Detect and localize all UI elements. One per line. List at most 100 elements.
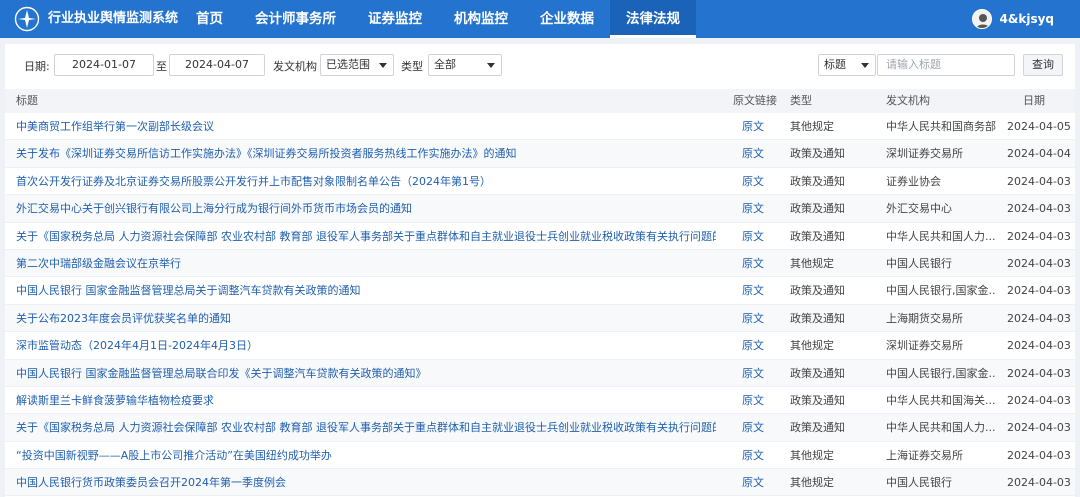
row-date: 2024-04-03 [1007, 284, 1071, 298]
row-type: 政策及通知 [790, 229, 845, 243]
table-row: 第二次中瑞部级金融会议在京举行 原文 其他规定 中国人民银行 2024-04-03 [5, 249, 1075, 278]
table-row: 关于《国家税务总局 人力资源社会保障部 农业农村部 教育部 退役军人事务部关于重… [5, 414, 1075, 442]
top-navigation-bar: 行业执业舆情监测系统 首页 会计师事务所 证券监控 机构监控 企业数据 法律法规… [0, 0, 1080, 38]
row-type: 政策及通知 [790, 147, 845, 161]
row-type: 政策及通知 [790, 366, 845, 380]
type-label: 类型 [401, 60, 423, 73]
row-date: 2024-04-03 [1007, 256, 1071, 270]
results-table: 标题 原文链接 类型 发文机构 日期 中美商贸工作组举行第一次副部长级会议 原文其… [5, 89, 1075, 497]
row-original-link[interactable]: 原文 [742, 414, 772, 441]
date-to-input[interactable]: 2024-04-07 [169, 54, 265, 76]
table-row: 解读斯里兰卡鲜食菠萝输华植物检疫要求 原文 政策及通知 中华人民共和国海关... 202… [5, 387, 1075, 415]
search-field-select[interactable]: 标题 [818, 54, 876, 76]
row-title-link[interactable]: 首次公开发行证券及北京证券交易所股票公开发行并上市配售对象限制名单公告（2024… [16, 168, 716, 195]
row-title-link[interactable]: “投资中国新视野——A股上市公司推介活动”在美国纽约成功举办 [16, 442, 716, 469]
row-original-link[interactable]: 原文 [742, 140, 772, 167]
row-original-link[interactable]: 原文 [742, 250, 772, 277]
row-date: 2024-04-03 [1007, 229, 1071, 243]
nav-item-home[interactable]: 首页 [180, 0, 239, 38]
row-issuer: 外汇交易中心 [886, 202, 952, 216]
row-date: 2024-04-04 [1007, 147, 1071, 161]
row-date: 2024-04-03 [1007, 393, 1071, 407]
row-original-link[interactable]: 原文 [742, 305, 772, 332]
row-type: 其他规定 [790, 256, 834, 270]
row-title-link[interactable]: 中美商贸工作组举行第一次副部长级会议 [16, 113, 716, 140]
chevron-down-icon [379, 63, 387, 68]
row-type: 其他规定 [790, 448, 834, 462]
main-nav: 首页 会计师事务所 证券监控 机构监控 企业数据 法律法规 [180, 0, 696, 38]
row-issuer: 中华人民共和国人力... [886, 229, 996, 243]
row-title-link[interactable]: 关于发布《深圳证券交易所信访工作实施办法》《深圳证券交易所投资者服务热线工作实施… [16, 140, 716, 167]
filter-bar: 日期: 2024-01-07 至 2024-04-07 发文机构 已选范围 类型… [5, 44, 1075, 86]
nav-item-laws-regulations[interactable]: 法律法规 [610, 0, 696, 38]
table-row: 中国人民银行货币政策委员会召开2024年第一季度例会 原文 其他规定 中国人民银行 20… [5, 469, 1075, 497]
row-title-link[interactable]: 关于公布2023年度会员评优获奖名单的通知 [16, 305, 716, 332]
row-type: 政策及通知 [790, 393, 845, 407]
row-original-link[interactable]: 原文 [742, 387, 772, 414]
date-from-input[interactable]: 2024-01-07 [54, 54, 154, 76]
row-title-link[interactable]: 中国人民银行货币政策委员会召开2024年第一季度例会 [16, 469, 716, 496]
column-header-link[interactable]: 原文链接 [733, 89, 777, 113]
table-row: 中美商贸工作组举行第一次副部长级会议 原文 其他规定 中华人民共和国商务部 2024-0… [5, 113, 1075, 141]
nav-item-securities-monitor[interactable]: 证券监控 [352, 0, 438, 38]
row-date: 2024-04-03 [1007, 202, 1071, 216]
avatar [971, 9, 992, 29]
row-type: 其他规定 [790, 339, 834, 353]
row-issuer: 上海期货交易所 [886, 311, 963, 325]
row-type: 其他规定 [790, 476, 834, 490]
row-title-link[interactable]: 解读斯里兰卡鲜食菠萝输华植物检疫要求 [16, 387, 716, 414]
row-title-link[interactable]: 关于《国家税务总局 人力资源社会保障部 农业农村部 教育部 退役军人事务部关于重… [16, 414, 716, 441]
row-original-link[interactable]: 原文 [742, 442, 772, 469]
row-original-link[interactable]: 原文 [742, 360, 772, 387]
search-input[interactable]: 请输入标题 [877, 54, 1015, 76]
nav-item-enterprise-data[interactable]: 企业数据 [524, 0, 610, 38]
row-original-link[interactable]: 原文 [742, 223, 772, 250]
date-to-label: 至 [156, 60, 167, 73]
user-menu[interactable]: 4&kjsyq [971, 0, 1054, 38]
row-issuer: 中国人民银行,国家金... [886, 366, 996, 380]
row-original-link[interactable]: 原文 [742, 168, 772, 195]
row-title-link[interactable]: 深市监管动态（2024年4月1日-2024年4月3日） [16, 332, 716, 359]
column-header-type[interactable]: 类型 [790, 89, 812, 113]
row-type: 政策及通知 [790, 202, 845, 216]
table-row: 关于公布2023年度会员评优获奖名单的通知 原文 政策及通知 上海期货交易所 2024-… [5, 304, 1075, 333]
type-select[interactable]: 全部 [428, 54, 502, 76]
row-title-link[interactable]: 关于《国家税务总局 人力资源社会保障部 农业农村部 教育部 退役军人事务部关于重… [16, 223, 716, 250]
row-issuer: 深圳证券交易所 [886, 147, 963, 161]
main-panel: 日期: 2024-01-07 至 2024-04-07 发文机构 已选范围 类型… [5, 44, 1075, 497]
query-button[interactable]: 查询 [1023, 54, 1063, 76]
nav-item-institution-monitor[interactable]: 机构监控 [438, 0, 524, 38]
row-date: 2024-04-03 [1007, 421, 1071, 435]
nav-item-accounting-firms[interactable]: 会计师事务所 [239, 0, 352, 38]
table-header: 标题 原文链接 类型 发文机构 日期 [5, 89, 1075, 113]
column-header-date[interactable]: 日期 [1023, 89, 1045, 113]
row-original-link[interactable]: 原文 [742, 113, 772, 140]
row-title-link[interactable]: 外汇交易中心关于创兴银行有限公司上海分行成为银行间外币货币市场会员的通知 [16, 195, 716, 222]
search-field-value: 标题 [824, 58, 846, 71]
column-header-title[interactable]: 标题 [16, 89, 38, 113]
issuer-select[interactable]: 已选范围 [320, 54, 394, 76]
row-title-link[interactable]: 第二次中瑞部级金融会议在京举行 [16, 250, 716, 277]
row-original-link[interactable]: 原文 [742, 332, 772, 359]
row-issuer: 中华人民共和国海关... [886, 393, 996, 407]
row-date: 2024-04-03 [1007, 339, 1071, 353]
row-issuer: 中国人民银行 [886, 476, 952, 490]
row-type: 政策及通知 [790, 421, 845, 435]
row-original-link[interactable]: 原文 [742, 277, 772, 304]
row-title-link[interactable]: 中国人民银行 国家金融监督管理总局联合印发《关于调整汽车贷款有关政策的通知》 [16, 360, 716, 387]
issuer-label: 发文机构 [273, 60, 317, 73]
table-row: 中国人民银行 国家金融监督管理总局关于调整汽车贷款有关政策的通知 原文 政策及通知 中… [5, 277, 1075, 305]
chevron-down-icon [861, 63, 869, 68]
table-row: 关于发布《深圳证券交易所信访工作实施办法》《深圳证券交易所投资者服务热线工作实施… [5, 140, 1075, 168]
row-original-link[interactable]: 原文 [742, 469, 772, 496]
row-original-link[interactable]: 原文 [742, 195, 772, 222]
row-type: 政策及通知 [790, 174, 845, 188]
column-header-org[interactable]: 发文机构 [886, 89, 930, 113]
table-row: 外汇交易中心关于创兴银行有限公司上海分行成为银行间外币货币市场会员的通知 原文 政策… [5, 195, 1075, 223]
row-issuer: 证券业协会 [886, 174, 941, 188]
row-date: 2024-04-03 [1007, 174, 1071, 188]
row-title-link[interactable]: 中国人民银行 国家金融监督管理总局关于调整汽车贷款有关政策的通知 [16, 277, 716, 304]
row-issuer: 中华人民共和国人力... [886, 421, 996, 435]
row-type: 政策及通知 [790, 284, 845, 298]
system-logo-icon [14, 6, 40, 32]
